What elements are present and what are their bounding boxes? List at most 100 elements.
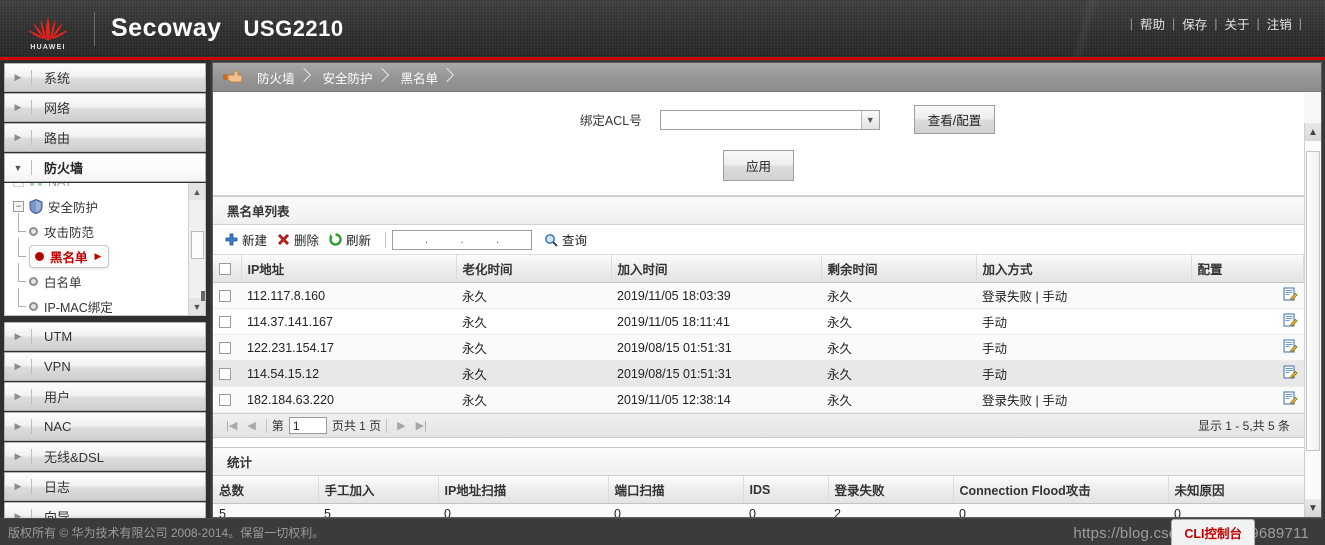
row-checkbox[interactable] <box>219 290 231 303</box>
row-checkbox-cell[interactable] <box>213 334 241 361</box>
header-link-sep-4: | <box>1298 16 1302 31</box>
ip-dot-3: . <box>496 233 500 246</box>
col-method[interactable]: 加入方式 <box>976 255 1192 283</box>
sidebar-item-network[interactable]: ▶ 网络 <box>4 93 206 122</box>
next-page-button[interactable]: ▶ <box>392 419 410 432</box>
expander-minus-icon[interactable]: − <box>13 201 24 212</box>
row-checkbox[interactable] <box>219 394 231 407</box>
acl-select[interactable]: ▼ <box>659 109 880 130</box>
search-button[interactable]: 查询 <box>544 230 587 249</box>
scroll-up-icon[interactable]: ▲ <box>189 183 205 200</box>
table-row[interactable]: 112.117.8.160 永久 2019/11/05 18:03:39 永久 … <box>213 282 1304 309</box>
col-aging[interactable]: 老化时间 <box>456 255 612 283</box>
tree-item-blacklist[interactable]: 黑名单 ▶ <box>5 238 187 269</box>
refresh-button[interactable]: 刷新 <box>327 230 379 249</box>
statistics-table: 总数 手工加入 IP地址扫描 端口扫描 IDS 登录失败 Connection … <box>213 476 1304 517</box>
row-checkbox-cell[interactable] <box>213 282 241 309</box>
tree-item-attack-defense[interactable]: 攻击防范 <box>5 213 187 244</box>
cell-config[interactable] <box>1191 308 1304 335</box>
sidebar-item-vpn[interactable]: ▶ VPN <box>4 352 206 381</box>
last-page-button[interactable]: ▶| <box>411 419 432 432</box>
row-checkbox-cell[interactable] <box>213 386 241 413</box>
row-checkbox[interactable] <box>219 316 231 329</box>
stat-col-ip-scan: IP地址扫描 <box>438 476 609 504</box>
scroll-up-icon[interactable]: ▲ <box>1305 123 1321 141</box>
page-number-input[interactable] <box>288 417 327 434</box>
about-link[interactable]: 关于 <box>1224 14 1249 33</box>
chevron-down-icon: ▼ <box>13 162 23 173</box>
content-scrollbar[interactable]: ▲ ▼ <box>1304 123 1321 517</box>
first-page-button[interactable]: |◀ <box>221 419 242 432</box>
tree-item-security[interactable]: − 安全防护 <box>5 194 187 219</box>
sidebar-item-nac[interactable]: ▶ NAC <box>4 412 206 441</box>
breadcrumb-item-blacklist[interactable]: 黑名单 <box>395 63 461 92</box>
table-row[interactable]: 182.184.63.220 永久 2019/11/05 12:38:14 永久… <box>213 386 1304 413</box>
table-row[interactable]: 114.37.141.167 永久 2019/11/05 18:11:41 永久… <box>213 308 1304 335</box>
search-ip-input[interactable]: . . . <box>392 229 533 250</box>
cell-aging: 永久 <box>456 360 611 387</box>
sidebar-label-firewall: 防火墙 <box>44 161 84 176</box>
tree-connector <box>13 213 27 237</box>
edit-row-icon[interactable] <box>1283 313 1298 328</box>
cell-ip: 112.117.8.160 <box>241 282 456 309</box>
new-button-label: 新建 <box>242 234 268 248</box>
row-checkbox-cell[interactable] <box>213 308 241 335</box>
bullet-icon <box>29 302 38 311</box>
select-all-cell[interactable] <box>213 255 242 283</box>
scrollbar-track[interactable] <box>1305 141 1321 499</box>
col-config[interactable]: 配置 <box>1191 255 1304 283</box>
sidebar-item-wireless-dsl[interactable]: ▶ 无线&DSL <box>4 442 206 471</box>
edit-row-icon[interactable] <box>1283 287 1298 302</box>
row-checkbox[interactable] <box>219 368 231 381</box>
cell-config[interactable] <box>1191 386 1304 413</box>
breadcrumb-item-firewall[interactable]: 防火墙 <box>251 63 317 92</box>
cell-config[interactable] <box>1191 360 1304 387</box>
sidebar-item-divider <box>31 329 32 344</box>
sidebar-item-route[interactable]: ▶ 路由 <box>4 123 206 152</box>
apply-button[interactable]: 应用 <box>722 150 794 181</box>
edit-row-icon[interactable] <box>1283 391 1298 406</box>
delete-button[interactable]: 删除 <box>275 230 327 249</box>
blacklist-pager: |◀ ◀ 第 页共 1 页 ▶ ▶| 显示 1 - 5,共 5 条 <box>213 413 1304 438</box>
row-checkbox-cell[interactable] <box>213 360 241 387</box>
view-config-button[interactable]: 查看/配置 <box>913 105 996 134</box>
cell-config[interactable] <box>1191 334 1304 361</box>
sidebar-item-system[interactable]: ▶ 系统 <box>4 63 206 92</box>
sidebar-item-utm[interactable]: ▶ UTM <box>4 322 206 351</box>
tree-label-ip-mac-binding: IP-MAC绑定 <box>44 301 113 315</box>
row-checkbox[interactable] <box>219 342 231 355</box>
chevron-down-icon[interactable]: ▼ <box>860 110 879 129</box>
expander-plus-icon[interactable]: + <box>13 183 24 187</box>
cli-console-button[interactable]: CLI控制台 <box>1171 519 1255 545</box>
scroll-down-icon[interactable]: ▼ <box>1305 499 1321 517</box>
breadcrumb-item-security[interactable]: 安全防护 <box>317 63 395 92</box>
col-ip[interactable]: IP地址 <box>241 255 457 283</box>
save-link[interactable]: 保存 <box>1182 14 1207 33</box>
cell-config[interactable] <box>1191 282 1304 309</box>
scrollbar-thumb[interactable] <box>1306 151 1320 451</box>
sidebar-item-firewall[interactable]: ▼ 防火墙 <box>4 153 206 182</box>
select-all-checkbox[interactable] <box>219 263 231 276</box>
stat-cell-port-scan: 0 <box>608 503 743 517</box>
sidebar-item-user[interactable]: ▶ 用户 <box>4 382 206 411</box>
col-joined[interactable]: 加入时间 <box>611 255 822 283</box>
prev-page-button[interactable]: ◀ <box>242 419 260 432</box>
table-row[interactable]: 122.231.154.17 永久 2019/08/15 01:51:31 永久… <box>213 334 1304 361</box>
tree-item-whitelist[interactable]: 白名单 <box>5 263 187 294</box>
tree-connector <box>13 263 27 287</box>
help-link[interactable]: 帮助 <box>1140 14 1165 33</box>
tree-item-nat[interactable]: + NAT <box>5 183 187 194</box>
sidebar-item-log[interactable]: ▶ 日志 <box>4 472 206 501</box>
new-button[interactable]: 新建 <box>223 230 275 249</box>
scrollbar-thumb[interactable] <box>191 231 204 259</box>
col-remain[interactable]: 剩余时间 <box>821 255 977 283</box>
tree-selected-pill[interactable]: 黑名单 ▶ <box>29 245 110 268</box>
tree-item-ip-mac-binding[interactable]: IP-MAC绑定 <box>5 288 187 315</box>
app-window: HUAWEI Secoway USG2210 | 帮助 | 保存 | 关于 | … <box>0 0 1325 545</box>
logout-link[interactable]: 注销 <box>1267 14 1292 33</box>
tree-resize-handle[interactable] <box>201 291 205 301</box>
edit-row-icon[interactable] <box>1283 339 1298 354</box>
content-body: 绑定ACL号 ▼ 查看/配置 应用 黑名单列表 新建 删除 刷新 . . . 查… <box>213 93 1321 517</box>
edit-row-icon[interactable] <box>1283 365 1298 380</box>
table-row[interactable]: 114.54.15.12 永久 2019/08/15 01:51:31 永久 手… <box>213 360 1304 387</box>
